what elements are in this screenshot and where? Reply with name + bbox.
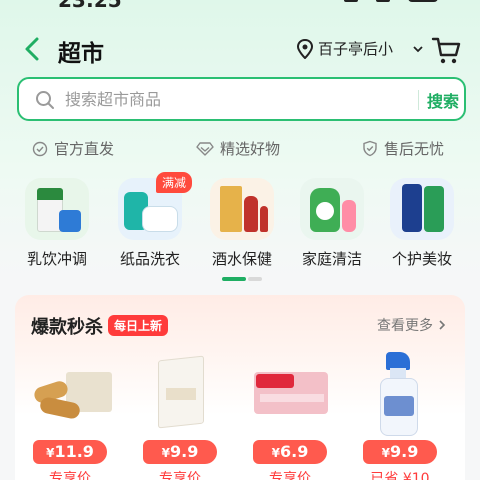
pager-active: [222, 277, 246, 281]
chevron-down-icon: [413, 45, 423, 52]
category-dairy[interactable]: 乳饮冲调: [17, 178, 97, 269]
category-label: 家庭清洁: [301, 250, 362, 268]
cart-button[interactable]: [430, 34, 462, 66]
flash-sale-title: 爆款秒杀: [31, 317, 103, 338]
see-more-link[interactable]: 查看更多: [377, 315, 447, 335]
category-dairy-image: [25, 178, 89, 240]
category-care-image: [390, 178, 454, 240]
check-circle-icon: [32, 141, 48, 156]
flash-sale-section: 爆款秒杀 每日上新 查看更多 ¥11.9 专享价 ¥9.9 专享价 ¥6.9 专…: [15, 295, 465, 480]
category-label: 纸品洗衣: [119, 250, 180, 268]
feature-selected: 精选好物: [196, 138, 280, 159]
price-tag: ¥6.9: [253, 440, 327, 464]
cart-icon: [431, 37, 461, 64]
product-card[interactable]: ¥6.9 专享价: [240, 350, 340, 480]
product-card[interactable]: ¥11.9 专享价: [20, 350, 120, 480]
product-card[interactable]: ¥9.9 已省 ¥10: [350, 350, 450, 480]
product-card[interactable]: ¥9.9 专享价: [130, 350, 230, 480]
category-label: 个护美妆: [391, 250, 452, 268]
feature-strip: 官方直发 精选好物 售后无忧: [0, 138, 480, 160]
pager-inactive: [248, 277, 262, 281]
status-icons: [344, 0, 438, 2]
category-badge: 满减: [156, 172, 193, 193]
wifi-icon: [376, 0, 390, 2]
location-pin-icon: [296, 38, 314, 59]
status-time: 23:25: [58, 0, 122, 12]
category-paper-laundry[interactable]: 满减 纸品洗衣: [110, 172, 193, 269]
battery-icon: [408, 0, 438, 2]
price-note: 专享价: [49, 471, 91, 480]
chevron-right-icon: [439, 320, 446, 330]
price-tag: ¥9.9: [143, 440, 217, 464]
feature-label: 精选好物: [220, 140, 281, 158]
page-title: 超市: [58, 41, 104, 67]
feature-label: 售后无忧: [384, 140, 445, 158]
price-note: 专享价: [269, 471, 311, 480]
shield-icon: [363, 140, 377, 157]
see-more-label: 查看更多: [377, 318, 433, 334]
search-button[interactable]: 搜索: [427, 88, 459, 112]
back-button[interactable]: [18, 34, 48, 64]
diamond-icon: [196, 141, 214, 156]
header: 超市 百子亭后小: [0, 30, 480, 70]
price-tag: ¥11.9: [33, 440, 107, 464]
location-text: 百子亭后小: [318, 40, 394, 58]
category-pager: [222, 277, 262, 281]
category-label: 酒水保健: [211, 250, 272, 268]
search-divider: [418, 90, 419, 110]
category-personal-care[interactable]: 个护美妆: [382, 178, 462, 269]
search-icon: [36, 91, 54, 109]
price-note: 专享价: [159, 471, 201, 480]
category-home-cleaning[interactable]: 家庭清洁: [292, 178, 372, 269]
category-cleaning-image: [300, 178, 364, 240]
price-tag: ¥9.9: [363, 440, 437, 464]
signal-icon: [344, 0, 358, 2]
search-input[interactable]: [65, 86, 385, 112]
category-liquor-image: [210, 178, 274, 240]
product-image: [246, 350, 334, 438]
feature-label: 官方直发: [54, 140, 115, 158]
flash-sale-badge: 每日上新: [108, 315, 169, 336]
product-image: [136, 350, 224, 438]
category-row: 乳饮冲调 满减 纸品洗衣 酒水保健 家庭清洁 个护美妆: [0, 172, 480, 273]
category-liquor-health[interactable]: 酒水保健: [202, 178, 282, 269]
feature-aftersale: 售后无忧: [362, 138, 444, 159]
product-image: [356, 350, 444, 438]
price-note: 已省 ¥10: [370, 471, 430, 480]
feature-official: 官方直发: [32, 138, 114, 159]
category-label: 乳饮冲调: [26, 250, 87, 268]
chevron-left-icon: [25, 37, 39, 61]
product-image: [26, 350, 114, 438]
location-selector[interactable]: 百子亭后小: [296, 38, 424, 59]
search-bar: 搜索: [17, 77, 466, 121]
